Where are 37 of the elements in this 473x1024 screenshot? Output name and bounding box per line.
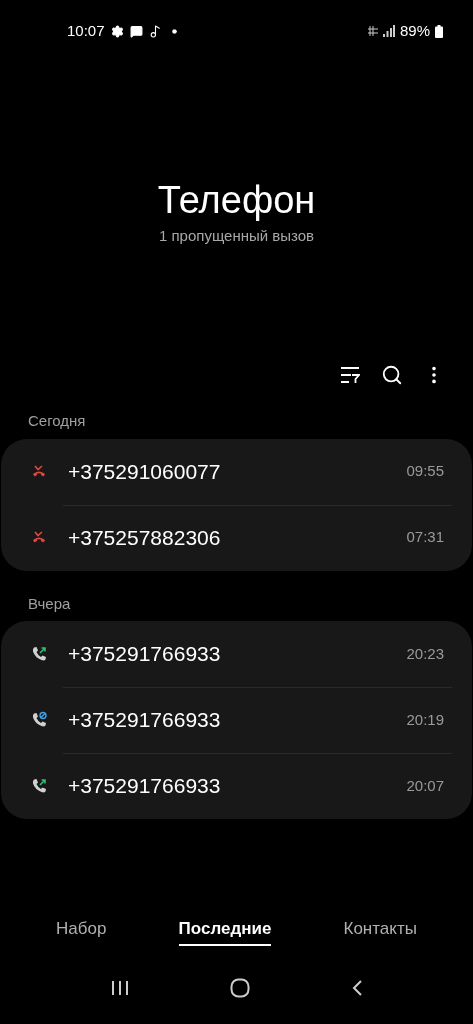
battery-icon	[435, 24, 443, 38]
signal-icon	[382, 25, 395, 37]
call-time: 20:19	[406, 709, 444, 730]
call-time: 20:07	[406, 775, 444, 796]
call-row[interactable]: +375291766933 20:19	[1, 687, 472, 753]
status-time: 10:07	[67, 20, 105, 41]
bottom-tab[interactable]: Последние	[178, 916, 272, 946]
phone-number: +375291766933	[68, 641, 222, 668]
dot-icon	[171, 28, 177, 34]
bottom-tab[interactable]: Контакты	[343, 916, 417, 944]
phone-number: +375291060077	[68, 458, 222, 485]
call-row[interactable]: +375257882306 07:31	[1, 504, 472, 571]
call-time: 09:55	[406, 461, 444, 482]
call-row[interactable]: +375291766933 20:07	[1, 753, 472, 819]
blocked-call-icon	[30, 711, 48, 729]
back-icon[interactable]	[350, 979, 363, 997]
message-icon	[129, 24, 143, 38]
outgoing-call-icon	[30, 777, 48, 795]
call-row[interactable]: +375291766933 20:23	[1, 621, 472, 687]
date-header: Сегодня	[27, 411, 87, 431]
search-icon[interactable]	[381, 364, 403, 386]
phone-number: +375291766933	[68, 707, 222, 734]
date-header: Вчера	[27, 593, 72, 614]
call-time: 07:31	[406, 527, 444, 548]
battery-percent: 89%	[399, 20, 430, 41]
bottom-tab[interactable]: Набор	[56, 916, 107, 944]
app-title: Телефон	[157, 177, 316, 223]
home-icon[interactable]	[229, 978, 250, 998]
call-row[interactable]: +375291060077 09:55	[1, 438, 472, 505]
outgoing-call-icon	[30, 645, 48, 663]
missed-calls-subtitle: 1 пропущенный вызов	[158, 225, 315, 246]
settings-icon	[110, 24, 124, 38]
music-note-icon	[148, 24, 162, 38]
phone-number: +375291766933	[68, 773, 222, 800]
call-time: 20:23	[406, 643, 444, 664]
recent-apps-icon[interactable]	[110, 980, 129, 996]
phone-number: +375257882306	[68, 524, 222, 551]
